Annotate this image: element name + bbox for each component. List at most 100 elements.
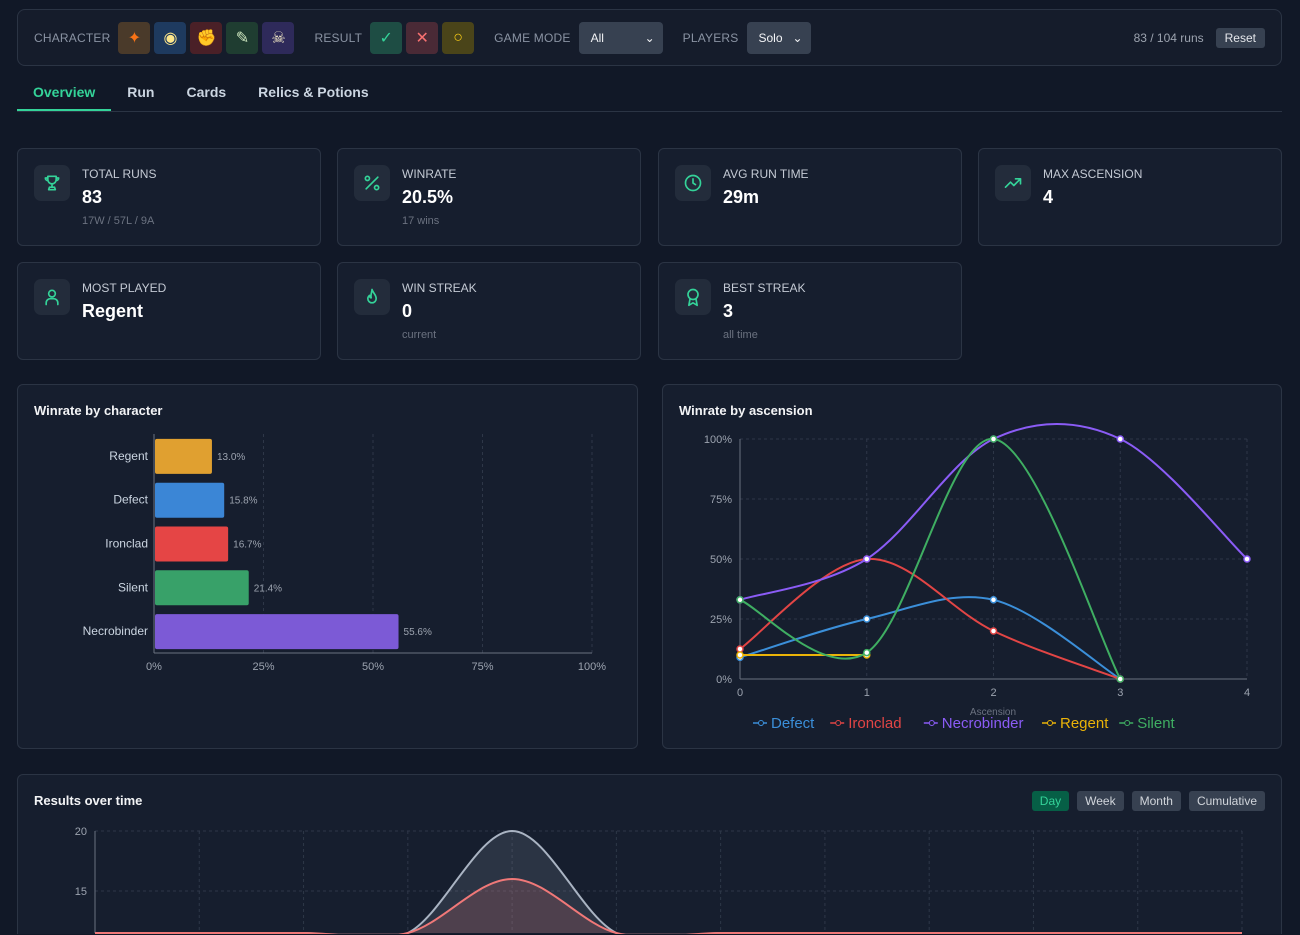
area-fill-losses (95, 879, 1242, 934)
series-line-total (95, 831, 1242, 934)
data-point[interactable] (864, 616, 870, 622)
stat-value: Regent (82, 301, 143, 322)
data-point[interactable] (1117, 436, 1123, 442)
players-label: PLAYERS (683, 31, 739, 45)
category-label: Necrobinder (83, 624, 148, 638)
area-chart: 2015 (18, 775, 1281, 934)
legend-marker-icon (759, 721, 764, 726)
stat-label: MAX ASCENSION (1043, 167, 1142, 181)
game-mode-select[interactable]: All⌄ (579, 22, 663, 54)
legend-item-regent[interactable]: Regent (1042, 715, 1109, 732)
award-icon (675, 279, 711, 315)
category-label: Regent (109, 449, 148, 463)
results-over-time-panel: Results over time Day Week Month Cumulat… (17, 774, 1282, 934)
winrate-by-character-panel: Winrate by character 0%25%50%75%100%Rege… (17, 384, 638, 749)
stat-label: BEST STREAK (723, 281, 805, 295)
data-point[interactable] (991, 628, 997, 634)
data-point[interactable] (991, 436, 997, 442)
legend-item-silent[interactable]: Silent (1119, 715, 1175, 732)
stat-subtext: current (402, 329, 436, 341)
stat-card-total-runs: TOTAL RUNS 83 17W / 57L / 9A (17, 148, 321, 246)
stat-label: MOST PLAYED (82, 281, 166, 295)
bar-defect[interactable] (155, 483, 224, 518)
tab-run[interactable]: Run (111, 76, 170, 111)
data-point[interactable] (737, 646, 743, 652)
players-select[interactable]: Solo ⌄ (747, 22, 811, 54)
bar-ironclad[interactable] (155, 527, 228, 562)
legend-label: Defect (771, 715, 815, 732)
character-filter-silent[interactable]: ✎ (226, 22, 258, 54)
stat-card-best-streak: BEST STREAK3all time (658, 262, 962, 360)
stat-value: 4 (1043, 187, 1053, 208)
game-mode-label: GAME MODE (494, 31, 570, 45)
bar-regent[interactable] (155, 439, 212, 474)
y-tick-label: 25% (710, 614, 732, 626)
data-point[interactable] (864, 650, 870, 656)
abandon-icon: ○ (453, 29, 463, 47)
legend-item-defect[interactable]: Defect (753, 715, 815, 732)
trophy-icon (34, 165, 70, 201)
percent-icon (354, 165, 390, 201)
stat-card-winrate: WINRATE20.5%17 wins (337, 148, 641, 246)
x-tick-label: 100% (578, 661, 606, 673)
user-icon (34, 279, 70, 315)
legend-label: Ironclad (848, 715, 901, 732)
data-point[interactable] (991, 597, 997, 603)
flame-icon (354, 279, 390, 315)
result-filter-loss[interactable]: ✕ (406, 22, 438, 54)
result-filter-win[interactable]: ✓ (370, 22, 402, 54)
legend-item-ironclad[interactable]: Ironclad (830, 715, 901, 732)
y-tick-label: 15 (75, 886, 87, 898)
character-filter-ironclad[interactable]: ✊ (190, 22, 222, 54)
tab-relics-potions[interactable]: Relics & Potions (242, 76, 384, 111)
legend-marker-icon (1048, 721, 1053, 726)
data-point[interactable] (737, 597, 743, 603)
tab-cards[interactable]: Cards (170, 76, 242, 111)
tab-overview[interactable]: Overview (17, 76, 111, 111)
result-filter-abandon[interactable]: ○ (442, 22, 474, 54)
data-point[interactable] (737, 652, 743, 658)
character-filter-defect[interactable]: ◉ (154, 22, 186, 54)
category-label: Ironclad (105, 537, 148, 551)
data-point[interactable] (864, 556, 870, 562)
stat-card-win-streak: WIN STREAK 0 current (337, 262, 641, 360)
y-tick-label: 0% (716, 674, 732, 686)
reset-button[interactable]: Reset (1216, 28, 1265, 48)
chevron-down-icon: ⌄ (645, 31, 655, 45)
stat-card-most-played: MOST PLAYED Regent (17, 262, 321, 360)
series-line-losses (95, 879, 1242, 934)
bar-silent[interactable] (155, 570, 249, 605)
bar-necrobinder[interactable] (155, 614, 399, 649)
stat-subtext: 17W / 57L / 9A (82, 215, 154, 227)
chevron-down-icon: ⌄ (792, 31, 802, 45)
legend-marker-icon (929, 721, 934, 726)
result-filter-label: RESULT (314, 31, 362, 45)
legend-marker-icon (1125, 721, 1130, 726)
stat-value: 29m (723, 187, 759, 208)
bar-value-label: 21.4% (254, 583, 282, 594)
y-tick-label: 50% (710, 554, 732, 566)
legend-label: Regent (1060, 715, 1109, 732)
stat-card-avg-run-time: AVG RUN TIME29m (658, 148, 962, 246)
character-portrait-icon: ✎ (236, 28, 249, 48)
stat-value: 0 (402, 301, 412, 322)
stat-value: 83 (82, 187, 102, 208)
bar-value-label: 15.8% (229, 496, 257, 507)
legend-label: Silent (1137, 715, 1175, 732)
players-value: Solo (759, 31, 783, 45)
character-filter-label: CHARACTER (34, 31, 110, 45)
legend-item-necrobinder[interactable]: Necrobinder (924, 715, 1024, 732)
data-point[interactable] (1117, 676, 1123, 682)
data-point[interactable] (1244, 556, 1250, 562)
area-fill-total (95, 831, 1242, 934)
character-filter-necrobinder-star[interactable]: ✦ (118, 22, 150, 54)
bar-value-label: 16.7% (233, 540, 261, 551)
category-label: Silent (118, 580, 149, 594)
stat-label: TOTAL RUNS (82, 167, 156, 181)
x-tick-label: 50% (362, 661, 384, 673)
clock-icon (675, 165, 711, 201)
character-filter-necrobinder[interactable]: ☠ (262, 22, 294, 54)
stat-label: WIN STREAK (402, 281, 477, 295)
x-tick-label: 1 (864, 687, 870, 699)
loss-icon: ✕ (415, 28, 428, 48)
